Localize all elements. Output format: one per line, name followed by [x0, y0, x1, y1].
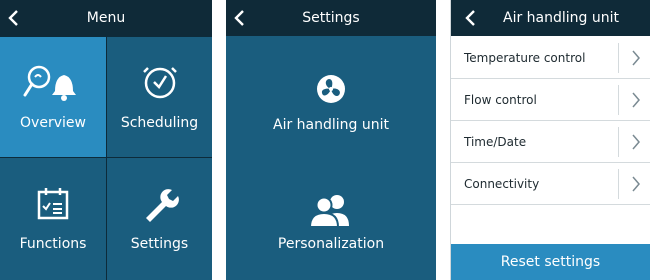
back-button[interactable] — [451, 0, 487, 36]
tile-scheduling-label: Scheduling — [120, 115, 199, 131]
calendar-list-icon — [0, 182, 106, 226]
list-item-label: Temperature control — [464, 51, 586, 65]
tile-air-handling-unit[interactable]: Air handling unit — [226, 37, 436, 157]
tile-personalization-label: Personalization — [277, 236, 385, 252]
list-item-flow-control[interactable]: Flow control — [451, 79, 650, 121]
page-title: Air handling unit — [503, 10, 619, 26]
air-handling-unit-screen: Air handling unit Temperature control Fl… — [450, 0, 650, 280]
page-title: Menu — [86, 10, 126, 26]
tile-air-handling-unit-label: Air handling unit — [273, 117, 389, 133]
ahu-header: Air handling unit — [451, 0, 650, 36]
chevron-right-icon — [632, 134, 640, 150]
divider — [618, 43, 619, 73]
settings-screen: Settings Air handling unit Personalizati… — [226, 0, 436, 280]
users-icon — [226, 188, 436, 232]
tile-settings[interactable]: Settings — [107, 158, 212, 280]
list-item-temperature-control[interactable]: Temperature control — [451, 37, 650, 79]
menu-screen: Menu Overview Scheduling Functions Setti… — [0, 0, 212, 280]
tile-overview-label: Overview — [20, 115, 86, 131]
tile-personalization[interactable]: Personalization — [226, 158, 436, 280]
chevron-right-icon — [632, 176, 640, 192]
page-title: Settings — [302, 10, 360, 26]
tile-overview[interactable]: Overview — [0, 37, 106, 157]
overview-icon — [0, 61, 106, 105]
chevron-right-icon — [632, 92, 640, 108]
divider — [618, 169, 619, 199]
clock-icon — [107, 61, 212, 105]
divider — [618, 85, 619, 115]
wrench-icon — [107, 182, 212, 226]
menu-header: Menu — [0, 0, 212, 36]
fan-icon — [226, 67, 436, 111]
chevron-left-icon — [465, 10, 475, 26]
chevron-right-icon — [632, 50, 640, 66]
list-item-time-date[interactable]: Time/Date — [451, 121, 650, 163]
tile-settings-label: Settings — [130, 236, 189, 252]
list-item-label: Time/Date — [464, 135, 527, 149]
tile-functions-label: Functions — [19, 236, 87, 252]
divider — [618, 127, 619, 157]
tile-functions[interactable]: Functions — [0, 158, 106, 280]
list-item-connectivity[interactable]: Connectivity — [451, 163, 650, 205]
reset-settings-button[interactable]: Reset settings — [451, 244, 650, 280]
list-item-label: Flow control — [464, 93, 537, 107]
settings-list: Temperature control Flow control Time/Da… — [451, 37, 650, 205]
list-item-label: Connectivity — [464, 177, 540, 191]
settings-header: Settings — [226, 0, 436, 36]
tile-scheduling[interactable]: Scheduling — [107, 37, 212, 157]
